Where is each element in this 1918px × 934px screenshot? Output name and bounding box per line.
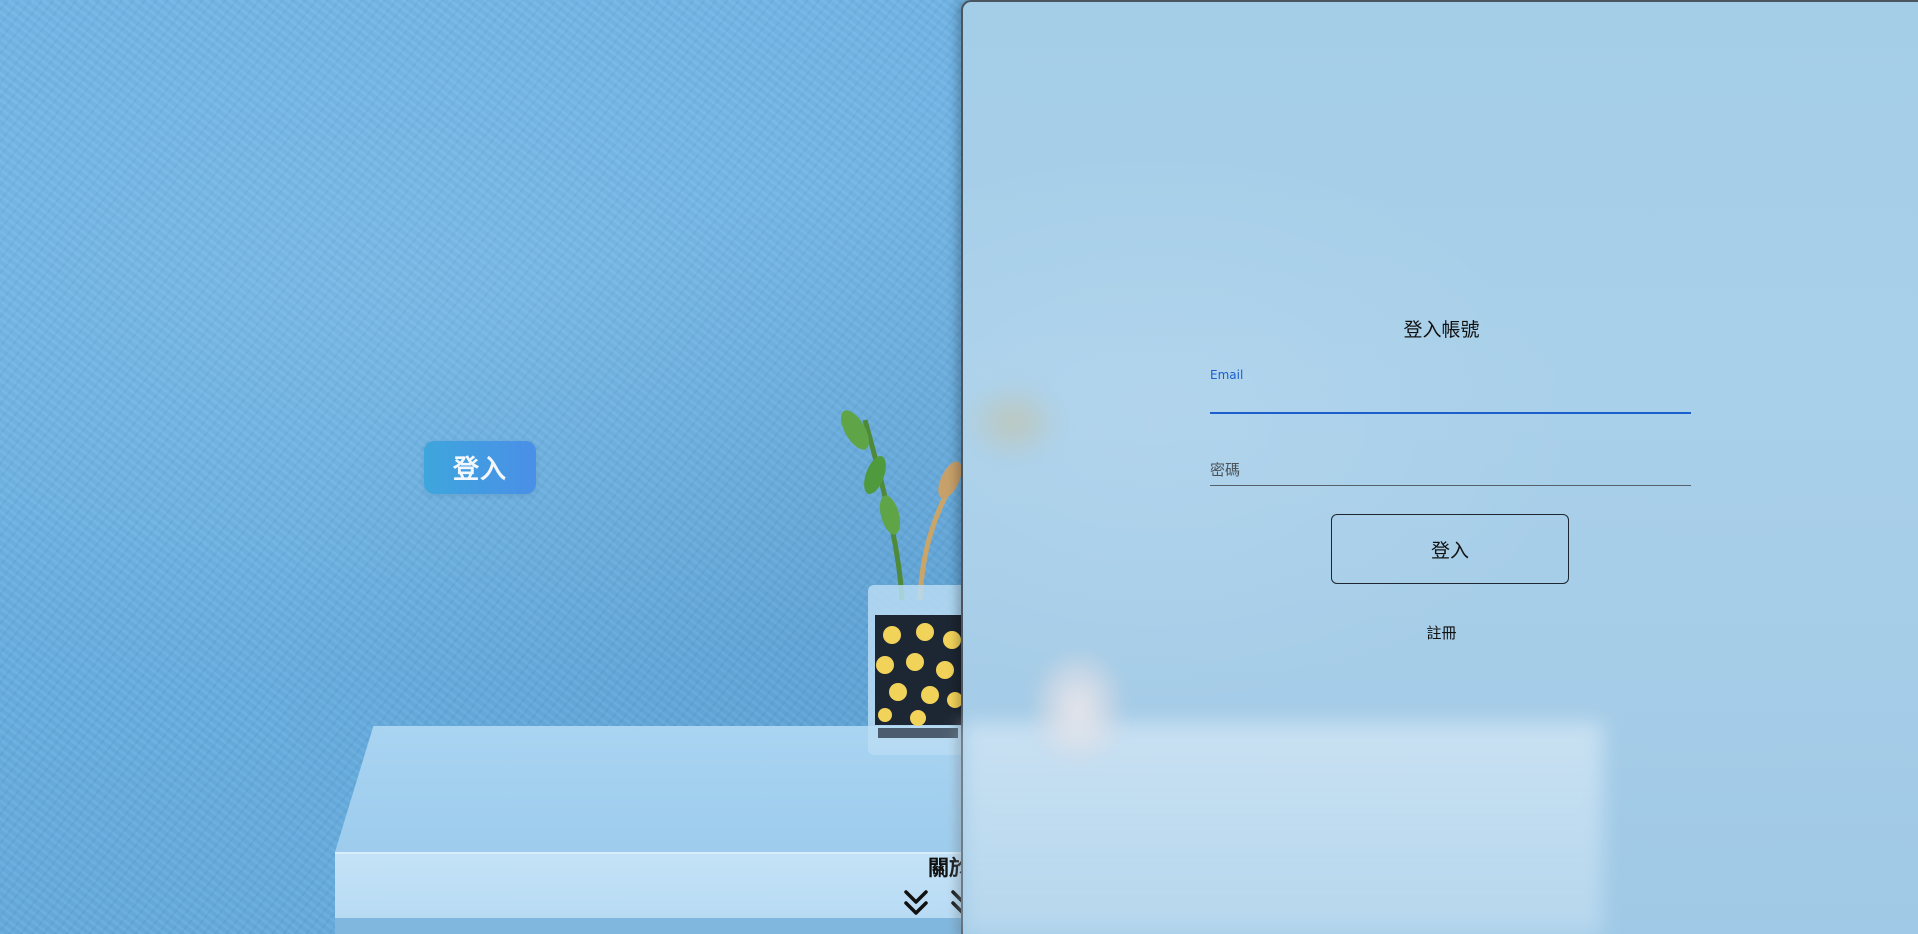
register-link[interactable]: 註冊 xyxy=(963,622,1918,643)
blurred-jar xyxy=(1033,652,1123,762)
login-page: 登入 關於 登入帳號 Email 登入 註冊 xyxy=(0,0,1918,934)
blurred-stem xyxy=(963,382,1063,462)
password-field xyxy=(1210,450,1691,486)
email-input[interactable] xyxy=(1210,382,1691,414)
email-label: Email xyxy=(1210,368,1244,382)
password-underline xyxy=(1210,485,1691,486)
login-button[interactable]: 登入 xyxy=(1331,514,1569,584)
login-panel: 登入帳號 Email 登入 註冊 xyxy=(961,0,1918,934)
form-title: 登入帳號 xyxy=(1403,319,1480,341)
email-field: Email xyxy=(1210,364,1691,414)
password-input[interactable] xyxy=(1210,454,1691,486)
background-login-button[interactable]: 登入 xyxy=(424,441,536,494)
chevron-double-down-icon[interactable] xyxy=(901,888,931,918)
email-underline xyxy=(1210,412,1691,414)
